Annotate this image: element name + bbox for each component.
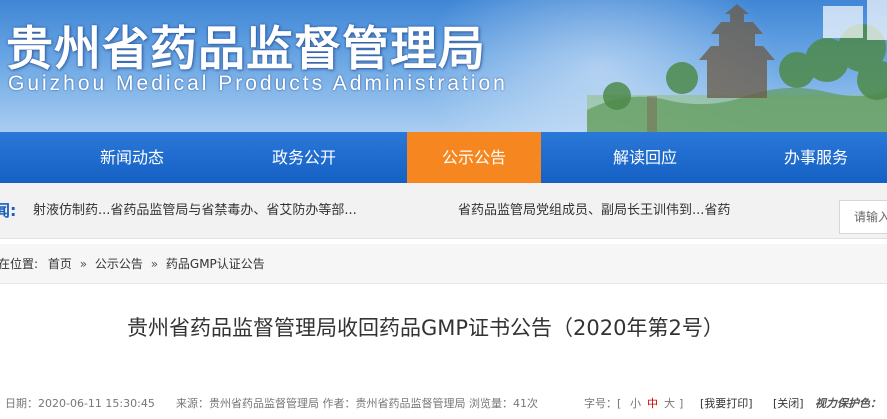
nav-item-services[interactable]: 办事服务: [750, 132, 882, 183]
site-title: 贵州省药品监督管理局: [6, 22, 486, 77]
font-size-small-button[interactable]: 小: [630, 394, 641, 414]
font-size-bracket: ]: [679, 397, 684, 410]
font-size-label: 字号：[: [584, 397, 622, 410]
breadcrumb-announcements-link[interactable]: 公示公告: [95, 244, 143, 284]
breadcrumb-gmp-link[interactable]: 药品GMP认证公告: [166, 244, 265, 284]
search-input[interactable]: 请输入: [839, 200, 887, 234]
nav-item-announcements[interactable]: 公示公告: [407, 132, 541, 183]
nav-item-news[interactable]: 新闻动态: [66, 132, 198, 183]
site-title-english: Guizhou Medical Products Administration: [8, 72, 508, 95]
article-date: 日期：2020-06-11 15:30:45: [5, 397, 155, 410]
nav-item-government-affairs[interactable]: 政务公开: [238, 132, 370, 183]
eye-protection-label: 视力保护色：: [815, 397, 881, 410]
main-nav: 新闻动态 政务公开 公示公告 解读回应 办事服务: [0, 132, 887, 183]
breadcrumb-prefix: 在位置:: [0, 257, 39, 271]
breadcrumb-home-link[interactable]: 首页: [42, 244, 72, 284]
news-ticker-item[interactable]: 省药品监管局党组成员、副局长王训伟到...省药: [458, 183, 786, 239]
article-title: 贵州省药品监督管理局收回药品GMP证书公告（2020年第2号）: [127, 316, 724, 340]
news-ticker-label: 闻:: [0, 201, 17, 220]
close-button[interactable]: [关闭]: [773, 394, 804, 414]
breadcrumb: 在位置: 首页 » 公示公告 » 药品GMP认证公告: [0, 244, 887, 284]
font-size-medium-button[interactable]: 中: [647, 394, 658, 414]
breadcrumb-separator: »: [150, 257, 159, 271]
landmark-illustration: [587, 0, 887, 132]
article-meta: 日期：2020-06-11 15:30:45 来源：贵州省药品监督管理局 作者：…: [0, 394, 887, 414]
nav-item-interpretation[interactable]: 解读回应: [578, 132, 712, 183]
font-size-large-button[interactable]: 大: [664, 394, 675, 414]
breadcrumb-separator: »: [79, 257, 88, 271]
print-button[interactable]: [我要打印]: [700, 394, 753, 414]
article-source: 来源：贵州省药品监督管理局 作者：贵州省药品监督管理局 浏览量：41次: [176, 397, 538, 410]
news-ticker: 闻: 射液仿制药...省药品监管局与省禁毒办、省艾防办等部... 省药品监管局党…: [0, 183, 887, 239]
news-ticker-item[interactable]: 射液仿制药...省药品监管局与省禁毒办、省艾防办等部...: [33, 183, 428, 239]
header-banner: 贵州省药品监督管理局 Guizhou Medical Products Admi…: [0, 0, 887, 132]
